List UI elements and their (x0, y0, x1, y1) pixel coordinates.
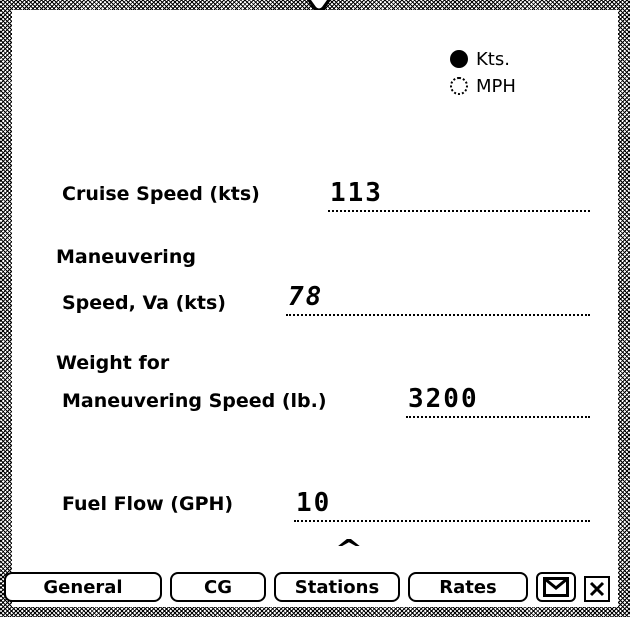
bottom-tab-bar: General CG Stations Rates (4, 568, 618, 606)
mail-button[interactable] (536, 572, 576, 602)
cruise-speed-field[interactable]: 113 (328, 178, 590, 212)
tab-general[interactable]: General (4, 572, 162, 602)
maneuvering-speed-field[interactable]: 78 (286, 282, 590, 316)
weight-field[interactable]: 3200 (406, 384, 590, 418)
tab-rates-label: Rates (439, 576, 497, 598)
maneuvering-speed-label-line1: Maneuvering (56, 246, 196, 268)
envelope-icon (543, 577, 569, 597)
fuel-flow-value: 10 (296, 488, 332, 518)
insertion-caret: ^ (334, 535, 364, 565)
radio-kts[interactable]: Kts. (450, 48, 510, 70)
maneuvering-speed-value: 78 (288, 282, 324, 312)
tab-general-label: General (43, 576, 123, 598)
tab-rates[interactable]: Rates (408, 572, 528, 602)
radio-selected-icon (450, 50, 468, 68)
weight-label-line2: Maneuvering Speed (lb.) (62, 390, 327, 412)
close-button[interactable] (584, 576, 610, 602)
radio-mph[interactable]: MPH (450, 75, 516, 97)
radio-mph-label: MPH (476, 75, 516, 97)
fuel-flow-label: Fuel Flow (GPH) (62, 493, 234, 515)
fuel-flow-field[interactable]: 10 (294, 488, 590, 522)
weight-label-line1: Weight for (56, 352, 170, 374)
cruise-speed-value: 113 (330, 178, 383, 208)
tab-cg[interactable]: CG (170, 572, 266, 602)
cruise-speed-label: Cruise Speed (kts) (62, 183, 260, 205)
radio-kts-label: Kts. (476, 48, 510, 70)
weight-value: 3200 (408, 384, 479, 414)
close-icon (589, 581, 605, 597)
radio-unselected-icon (450, 77, 468, 95)
form-area: Kts. MPH Cruise Speed (kts) 113 Maneuver… (4, 10, 618, 607)
tab-cg-label: CG (204, 576, 232, 598)
tab-stations-label: Stations (294, 576, 380, 598)
maneuvering-speed-label-line2: Speed, Va (kts) (62, 292, 226, 314)
tab-stations[interactable]: Stations (274, 572, 400, 602)
